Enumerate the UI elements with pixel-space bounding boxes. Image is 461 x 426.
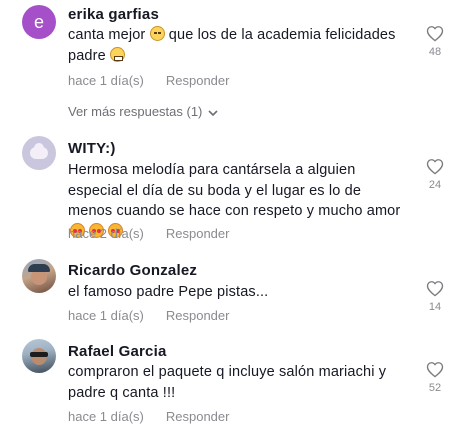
comment-meta: hace 1 día(s) Responder [68, 308, 229, 323]
comment-meta: hace 2 día(s) Responder [68, 226, 229, 241]
comment-text: compraron el paquete q incluye salón mar… [68, 362, 408, 403]
like-count: 14 [428, 301, 442, 313]
view-more-replies-button[interactable]: Ver más respuestas (1) [68, 104, 218, 119]
comment-author[interactable]: erika garfias [68, 6, 159, 23]
chevron-down-icon [208, 110, 218, 117]
avatar[interactable]: e [22, 5, 56, 39]
like-count: 24 [428, 179, 442, 191]
view-more-replies-label: Ver más respuestas (1) [68, 104, 203, 119]
comment-text-body: compraron el paquete q incluye salón mar… [68, 364, 387, 401]
comment-author[interactable]: Ricardo Gonzalez [68, 262, 197, 279]
avatar[interactable] [22, 259, 56, 293]
reply-button[interactable]: Responder [166, 409, 230, 424]
grin-emoji-icon [110, 46, 126, 62]
reply-button[interactable]: Responder [166, 226, 230, 241]
avatar[interactable] [22, 339, 56, 373]
like-count: 52 [428, 382, 442, 394]
heart-outline-icon [426, 159, 444, 175]
comment-text-part: canta mejor [68, 27, 150, 43]
heart-outline-icon [426, 281, 444, 297]
comment-meta: hace 1 día(s) Responder [68, 409, 229, 424]
comment-time: hace 1 día(s) [68, 73, 144, 88]
like-button[interactable]: 48 [424, 25, 446, 58]
comment-time: hace 1 día(s) [68, 308, 144, 323]
reply-button[interactable]: Responder [166, 308, 230, 323]
comment-time: hace 1 día(s) [68, 409, 144, 424]
heart-outline-icon [426, 26, 444, 42]
avatar[interactable] [22, 136, 56, 170]
smirk-emoji-icon [149, 26, 165, 41]
avatar-letter: e [33, 12, 44, 32]
comment-meta: hace 1 día(s) Responder [68, 73, 229, 88]
like-button[interactable]: 24 [424, 158, 446, 191]
like-button[interactable]: 52 [424, 361, 446, 394]
comment-author[interactable]: WITY:) [68, 140, 116, 157]
comment-text: canta mejor que los de la academia felic… [68, 25, 408, 66]
like-button[interactable]: 14 [424, 280, 446, 313]
reply-button[interactable]: Responder [166, 73, 230, 88]
comment-time: hace 2 día(s) [68, 226, 144, 241]
comment-text-body: el famoso padre Pepe pistas... [68, 284, 269, 300]
comment-text-body: Hermosa melodía para cantársela a alguie… [68, 162, 401, 219]
heart-outline-icon [426, 362, 444, 378]
comment-text: el famoso padre Pepe pistas... [68, 282, 408, 303]
like-count: 48 [428, 46, 442, 58]
comment-author[interactable]: Rafael Garcia [68, 343, 167, 360]
